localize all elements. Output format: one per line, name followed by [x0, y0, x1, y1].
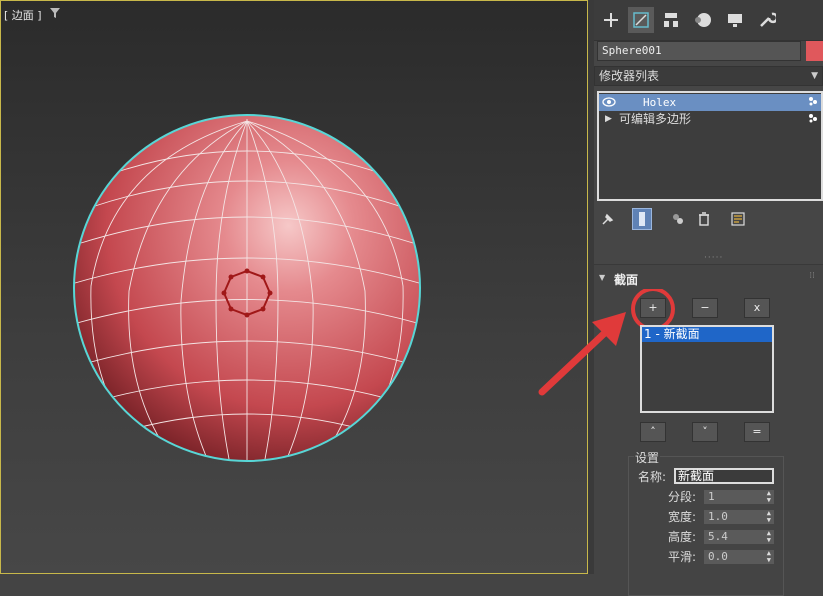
width-value: 1.0 [708, 510, 728, 523]
segments-value: 1 [708, 490, 715, 503]
equalize-button[interactable]: = [744, 422, 770, 442]
width-spinner[interactable]: 1.0 ▲ ▼ [704, 510, 774, 524]
viewport[interactable]: [ 边面 ] [0, 0, 588, 574]
stack-item-holex[interactable]: Holex [599, 94, 821, 111]
make-unique-icon [673, 214, 683, 224]
smooth-label: 平滑: [668, 550, 697, 564]
rollout-grip-icon: ⁞⁞ [809, 271, 815, 281]
sections-list[interactable]: 1 - 新截面 [640, 325, 774, 413]
move-down-button[interactable]: ˅ [692, 422, 718, 442]
height-label: 高度: [668, 530, 697, 544]
stack-item-label: 可编辑多边形 [619, 112, 692, 126]
configure-modifier-sets-button[interactable] [728, 208, 748, 230]
annotation-arrow [538, 312, 626, 396]
end-result-icon [639, 212, 645, 226]
stack-item-label: Holex [643, 96, 677, 109]
create-tab[interactable] [598, 7, 624, 33]
chevron-down-icon: ▼ [811, 71, 818, 81]
spinner-arrows-icon[interactable]: ▲ ▼ [767, 510, 771, 524]
spinner-arrows-icon[interactable]: ▲ ▼ [767, 490, 771, 504]
stack-item-editable-poly[interactable]: ▶ 可编辑多边形 [599, 111, 821, 128]
pin-stack-button[interactable] [598, 208, 618, 230]
display-tab[interactable] [722, 7, 748, 33]
hierarchy-tab[interactable] [658, 7, 684, 33]
section-item[interactable]: 1 - 新截面 [642, 327, 772, 342]
smooth-spinner[interactable]: 0.0 ▲ ▼ [704, 550, 774, 564]
configure-icon [731, 212, 745, 226]
hierarchy-icon [664, 13, 678, 27]
pin-icon [602, 213, 614, 225]
wrench-icon [760, 12, 776, 27]
object-name-field[interactable]: Sphere001 [597, 41, 801, 61]
segments-spinner[interactable]: 1 ▲ ▼ [704, 490, 774, 504]
spinner-arrows-icon[interactable]: ▲ ▼ [767, 550, 771, 564]
move-up-button[interactable]: ˄ [640, 422, 666, 442]
section-name-input[interactable]: 新截面 [674, 468, 774, 484]
segments-label: 分段: [668, 490, 697, 504]
motion-icon [695, 13, 711, 27]
modifier-list-dropdown[interactable]: 修改器列表 ▼ [594, 66, 823, 86]
command-tabs [594, 0, 823, 41]
object-color-swatch[interactable] [806, 41, 823, 61]
sphere-mesh[interactable] [1, 1, 589, 575]
width-label: 宽度: [668, 510, 697, 524]
settings-legend: 设置 [634, 449, 661, 466]
modifier-list-label: 修改器列表 [599, 69, 660, 83]
eye-icon[interactable] [602, 97, 616, 107]
show-end-result-button[interactable] [632, 208, 652, 230]
remove-modifier-button[interactable] [694, 208, 714, 230]
height-spinner[interactable]: 5.4 ▲ ▼ [704, 530, 774, 544]
smooth-value: 0.0 [708, 550, 728, 563]
spinner-arrows-icon[interactable]: ▲ ▼ [767, 530, 771, 544]
name-label: 名称: [638, 470, 667, 484]
utilities-tab[interactable] [754, 7, 780, 33]
modifier-stack[interactable]: Holex ▶ 可编辑多边形 [597, 91, 823, 201]
clear-sections-button[interactable]: x [744, 298, 770, 318]
make-unique-button[interactable] [668, 208, 688, 230]
motion-tab[interactable] [690, 7, 716, 33]
remove-section-button[interactable]: − [692, 298, 718, 318]
plus-icon [604, 13, 618, 27]
modifier-options-icon [809, 114, 817, 123]
expand-triangle-icon[interactable]: ▶ [605, 111, 612, 128]
stack-toolbar [594, 205, 823, 233]
modifier-options-icon [809, 97, 817, 106]
modify-tab[interactable] [628, 7, 654, 33]
modify-icon [633, 12, 649, 28]
height-value: 5.4 [708, 530, 728, 543]
trash-icon [699, 212, 709, 226]
panel-divider-handle[interactable]: ····· [704, 253, 723, 263]
display-icon [728, 14, 742, 27]
